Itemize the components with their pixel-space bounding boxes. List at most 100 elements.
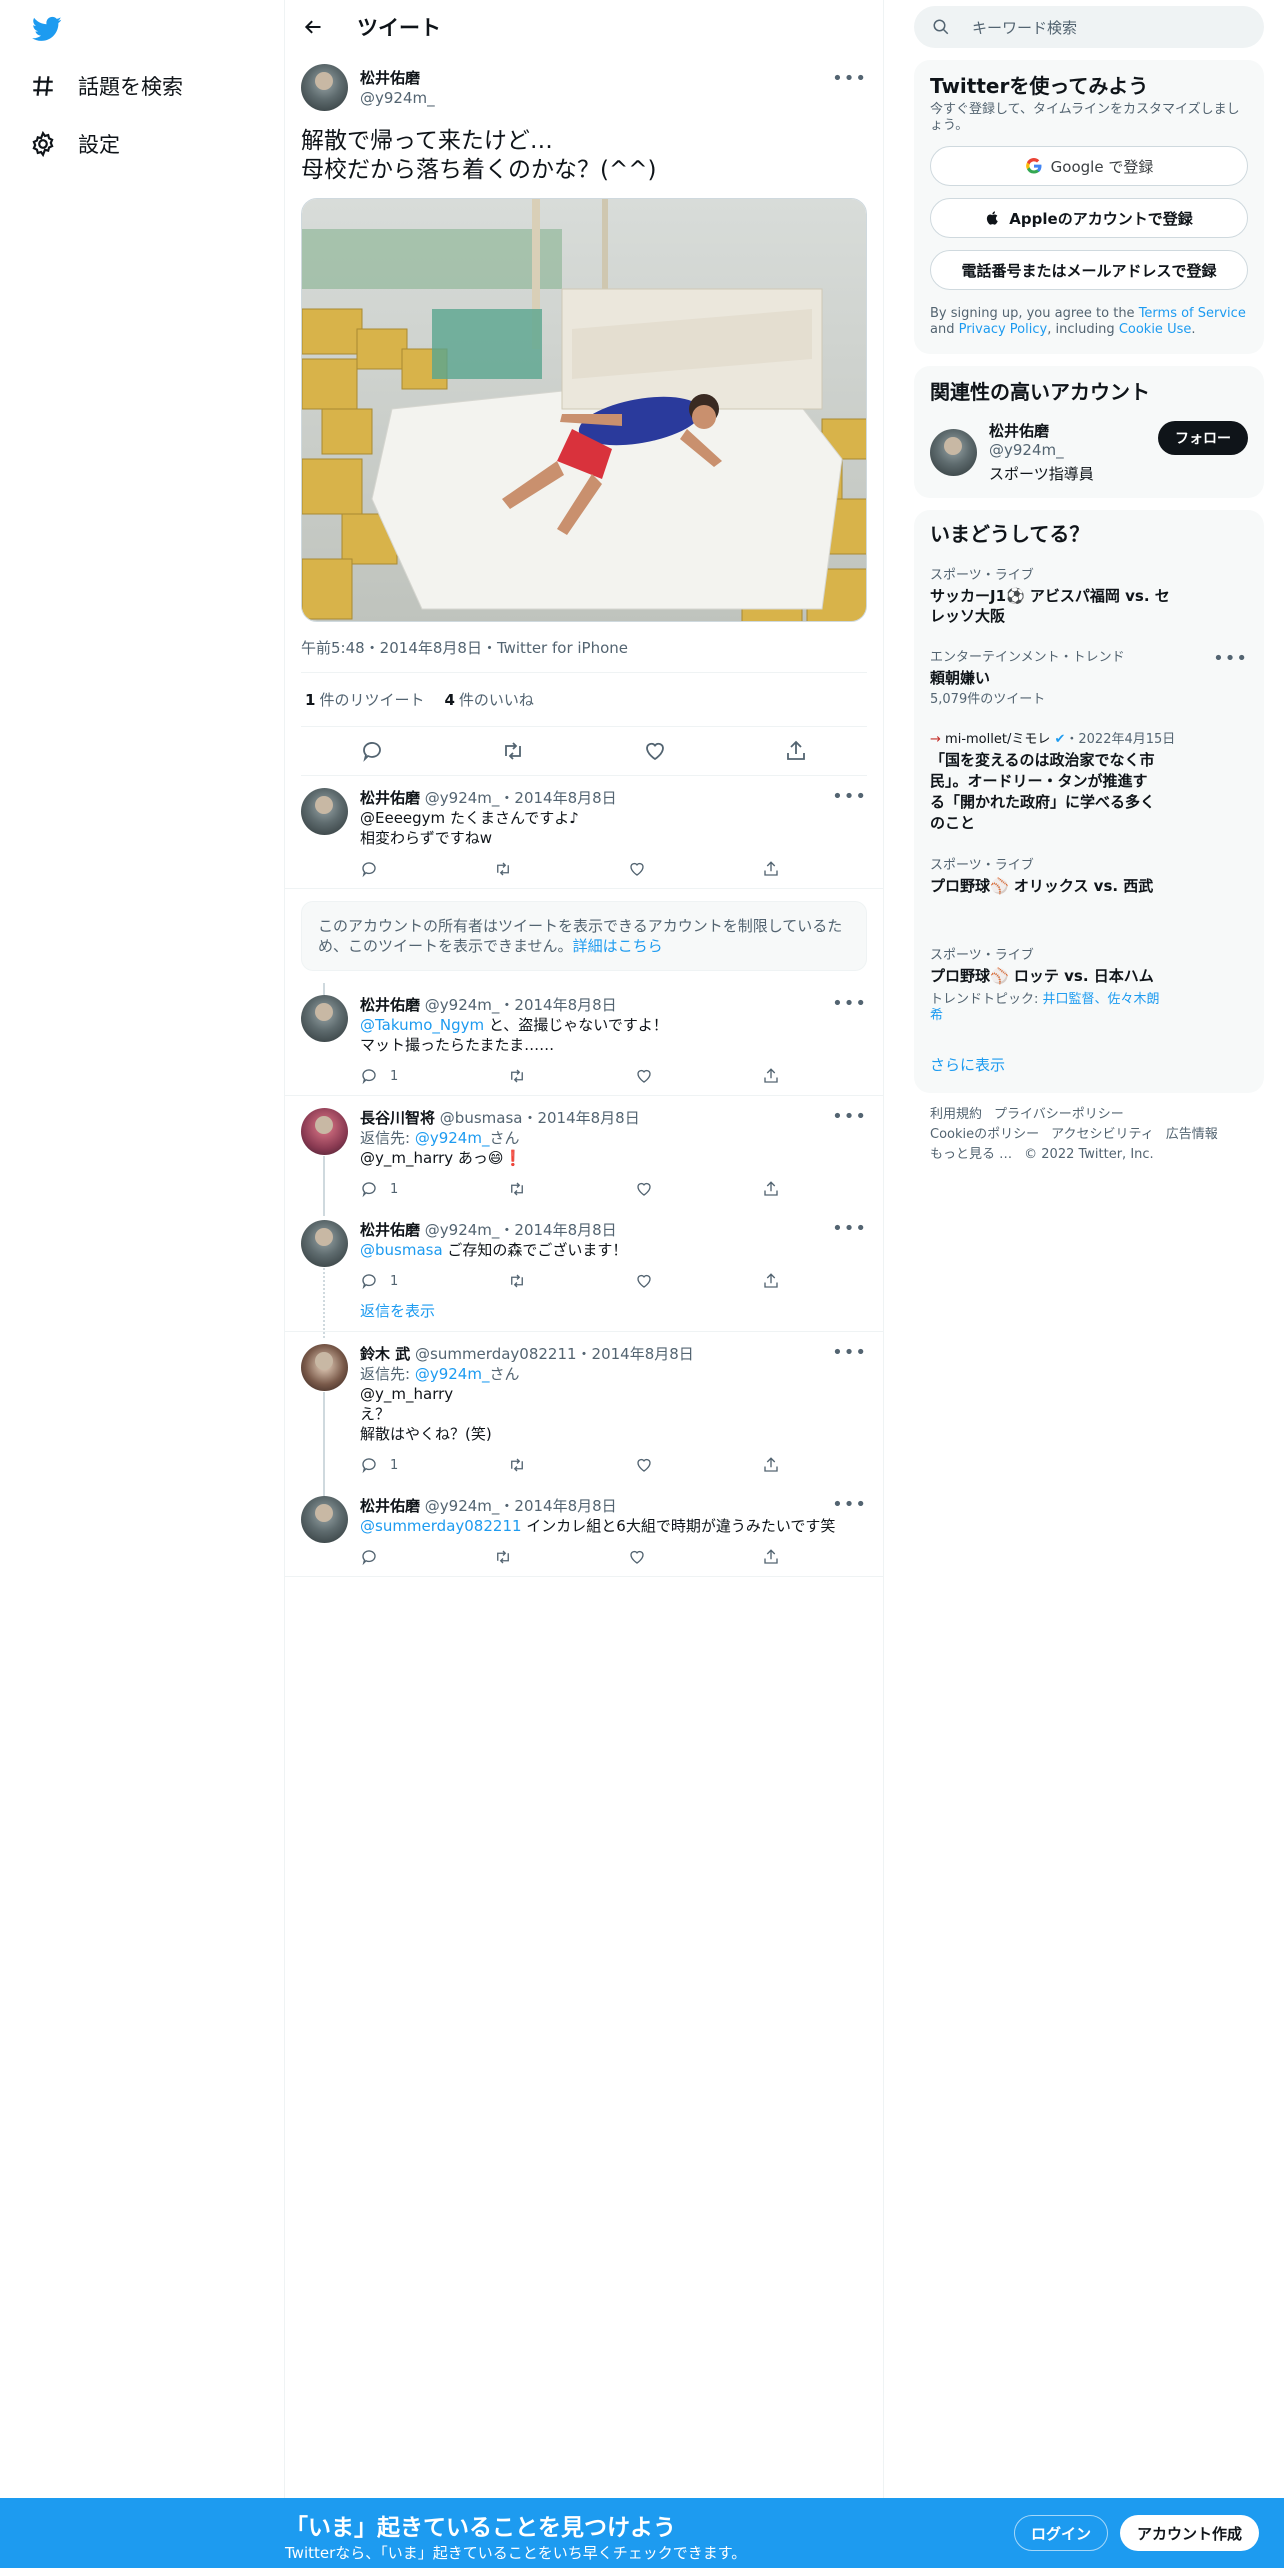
- like-stat[interactable]: 4 件のいいね: [444, 689, 533, 710]
- more-options-icon[interactable]: •••: [832, 1106, 867, 1127]
- share-icon[interactable]: [762, 1272, 780, 1290]
- reply-author-name[interactable]: 鈴木 武: [360, 1345, 410, 1363]
- like-icon[interactable]: [635, 1067, 653, 1085]
- reply-date[interactable]: ・2014年8月8日: [499, 1497, 616, 1515]
- like-icon[interactable]: [635, 1272, 653, 1290]
- cookie-link[interactable]: Cookie Use: [1119, 322, 1192, 337]
- footer-link-more[interactable]: もっと見る …: [930, 1147, 1012, 1162]
- search-input[interactable]: キーワード検索: [972, 17, 1077, 38]
- reply-to-link[interactable]: @y924m_: [415, 1365, 490, 1383]
- search-box[interactable]: キーワード検索: [914, 6, 1264, 48]
- terms-link[interactable]: Terms of Service: [1139, 306, 1246, 321]
- tweet-photo[interactable]: [301, 198, 867, 622]
- learn-more-link[interactable]: 詳細はこちら: [573, 937, 663, 955]
- reply-button[interactable]: 1: [360, 1067, 398, 1085]
- reply-author-handle[interactable]: @y924m_: [425, 996, 500, 1014]
- retweet-icon[interactable]: [508, 1067, 526, 1085]
- reply-tweet[interactable]: 松井佑磨 @y924m_・2014年8月8日 @Takumo_Ngym と、盗撮…: [285, 983, 883, 1095]
- follow-button[interactable]: フォロー: [1158, 421, 1248, 455]
- related-handle[interactable]: @y924m_: [989, 441, 1146, 459]
- related-account[interactable]: 松井佑磨 @y924m_ スポーツ指導員 フォロー: [930, 420, 1248, 484]
- share-icon[interactable]: [762, 1548, 780, 1566]
- like-icon[interactable]: [628, 860, 646, 878]
- avatar[interactable]: [301, 1220, 348, 1267]
- trend-item[interactable]: スポーツ・ライブ サッカーJ1⚽️ アビスパ福岡 vs. セレッソ大阪: [930, 548, 1248, 638]
- reply-author-name[interactable]: 松井佑磨: [360, 996, 420, 1014]
- reply-button[interactable]: 1: [360, 1272, 398, 1290]
- create-account-button[interactable]: アカウント作成: [1120, 2515, 1260, 2551]
- reply-tweet[interactable]: 松井佑磨 @y924m_・2014年8月8日 @Eeeegym たくまさんですよ…: [285, 776, 883, 889]
- more-options-icon[interactable]: •••: [1213, 648, 1248, 669]
- reply-author-name[interactable]: 松井佑磨: [360, 1497, 420, 1515]
- more-options-icon[interactable]: •••: [832, 1494, 867, 1515]
- like-icon[interactable]: [635, 1456, 653, 1474]
- retweet-icon[interactable]: [508, 1180, 526, 1198]
- retweet-stat[interactable]: 1 件のリツイート: [305, 689, 424, 710]
- twitter-logo-icon[interactable]: [30, 14, 64, 44]
- mention-link[interactable]: @summerday082211: [360, 1517, 522, 1535]
- avatar[interactable]: [301, 788, 348, 835]
- trend-item[interactable]: スポーツ・ライブ プロ野球⚾ オリックス vs. 西武: [930, 846, 1248, 908]
- reply-author-handle[interactable]: @y924m_: [425, 1497, 500, 1515]
- nav-explore[interactable]: 話題を検索: [30, 66, 183, 106]
- more-options-icon[interactable]: •••: [832, 786, 867, 807]
- avatar[interactable]: [301, 1496, 348, 1543]
- more-options-icon[interactable]: •••: [832, 1218, 867, 1239]
- reply-tweet[interactable]: 松井佑磨 @y924m_・2014年8月8日 @summerday082211 …: [285, 1484, 883, 1577]
- like-icon[interactable]: [635, 1180, 653, 1198]
- reply-tweet[interactable]: 鈴木 武 @summerday082211・2014年8月8日 返信先: @y9…: [285, 1332, 883, 1512]
- avatar[interactable]: [301, 995, 348, 1042]
- related-name[interactable]: 松井佑磨: [989, 420, 1146, 441]
- like-icon[interactable]: [628, 1548, 646, 1566]
- reply-author-name[interactable]: 長谷川智将: [360, 1109, 435, 1127]
- retweet-icon[interactable]: [501, 739, 525, 763]
- apple-signup-button[interactable]: Appleのアカウントで登録: [930, 198, 1248, 238]
- share-icon[interactable]: [762, 860, 780, 878]
- avatar[interactable]: [930, 428, 977, 476]
- reply-author-handle[interactable]: @summerday082211: [415, 1345, 577, 1363]
- focal-author-name[interactable]: 松井佑磨: [360, 68, 435, 88]
- reply-date[interactable]: ・2014年8月8日: [499, 996, 616, 1014]
- reply-author-handle[interactable]: @y924m_: [425, 789, 500, 807]
- more-options-icon[interactable]: •••: [832, 68, 867, 89]
- reply-tweet[interactable]: 松井佑磨 @y924m_・2014年8月8日 @busmasa ご存知の森でござ…: [285, 1208, 883, 1338]
- reply-to-link[interactable]: @y924m_: [415, 1129, 490, 1147]
- reply-icon[interactable]: [360, 739, 384, 763]
- login-button[interactable]: ログイン: [1014, 2515, 1109, 2551]
- mention-link[interactable]: @Takumo_Ngym: [360, 1016, 484, 1034]
- trend-item[interactable]: エンターテインメント・トレンド 頼朝嫌い 5,079件のツイート •••: [930, 638, 1248, 720]
- show-more-link[interactable]: さらに表示: [930, 1036, 1248, 1083]
- reply-tweet[interactable]: 長谷川智将 @busmasa・2014年8月8日 返信先: @y924m_さん …: [285, 1096, 883, 1216]
- footer-link-terms[interactable]: 利用規約: [930, 1107, 982, 1122]
- reply-date[interactable]: ・2014年8月8日: [522, 1109, 639, 1127]
- footer-link-ads[interactable]: 広告情報: [1166, 1127, 1218, 1142]
- avatar[interactable]: [301, 64, 348, 111]
- mention-link[interactable]: @busmasa: [360, 1241, 443, 1259]
- like-icon[interactable]: [643, 739, 667, 763]
- trend-item[interactable]: → mi-mollet/ミモレ ✔・2022年4月15日 「国を変えるのは政治家…: [930, 720, 1248, 846]
- trend-item[interactable]: スポーツ・ライブ プロ野球⚾ ロッテ vs. 日本ハム トレンドトピック: 井口…: [930, 908, 1248, 1036]
- focal-author-handle[interactable]: @y924m_: [360, 88, 435, 108]
- retweet-icon[interactable]: [494, 860, 512, 878]
- reply-button[interactable]: 1: [360, 1456, 398, 1474]
- footer-link-privacy[interactable]: プライバシーポリシー: [994, 1107, 1124, 1122]
- reply-author-name[interactable]: 松井佑磨: [360, 789, 420, 807]
- reply-author-handle[interactable]: @y924m_: [425, 1221, 500, 1239]
- footer-link-cookies[interactable]: Cookieのポリシー: [930, 1127, 1039, 1142]
- reply-date[interactable]: ・2014年8月8日: [577, 1345, 694, 1363]
- reply-button[interactable]: 1: [360, 1180, 398, 1198]
- reply-icon[interactable]: [360, 1548, 378, 1566]
- back-arrow-icon[interactable]: [303, 17, 323, 37]
- share-icon[interactable]: [762, 1180, 780, 1198]
- reply-icon[interactable]: [360, 860, 378, 878]
- show-replies-link[interactable]: 返信を表示: [285, 1300, 883, 1332]
- more-options-icon[interactable]: •••: [832, 993, 867, 1014]
- reply-author-name[interactable]: 松井佑磨: [360, 1221, 420, 1239]
- avatar[interactable]: [301, 1108, 348, 1155]
- share-icon[interactable]: [762, 1067, 780, 1085]
- phone-email-signup-button[interactable]: 電話番号またはメールアドレスで登録: [930, 250, 1248, 290]
- reply-date[interactable]: ・2014年8月8日: [499, 789, 616, 807]
- privacy-link[interactable]: Privacy Policy: [959, 322, 1048, 337]
- share-icon[interactable]: [784, 739, 808, 763]
- share-icon[interactable]: [762, 1456, 780, 1474]
